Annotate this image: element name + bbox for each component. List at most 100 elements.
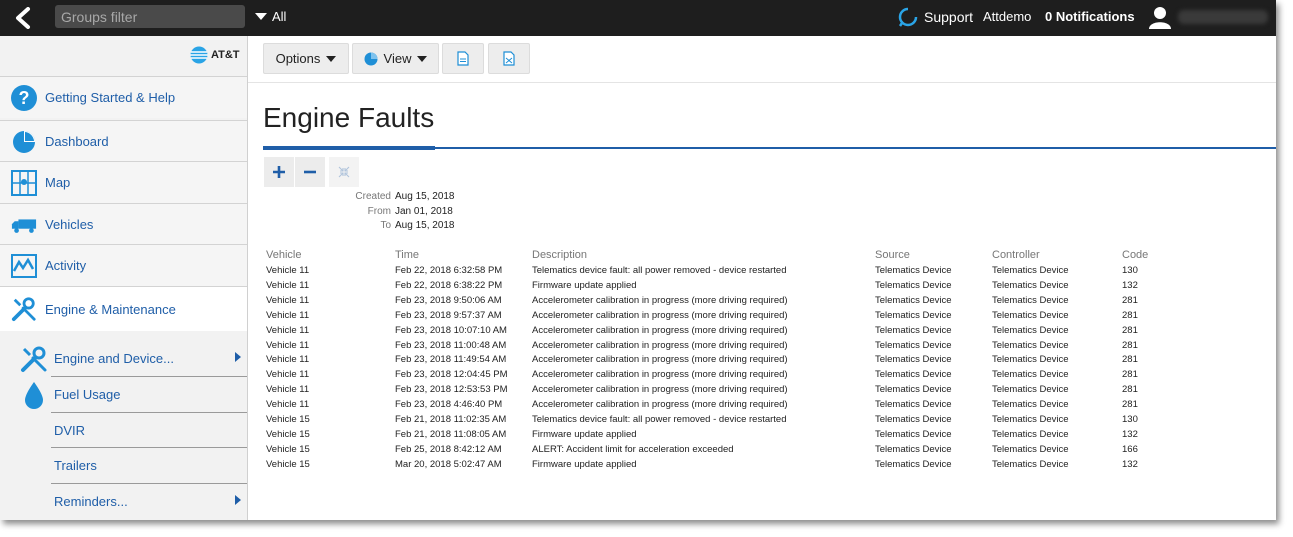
sidebar-item-engine-maintenance[interactable]: Engine & Maintenance [0, 286, 247, 331]
cell-source: Telematics Device [875, 458, 952, 470]
user-icon [1149, 7, 1171, 29]
table-row[interactable]: Vehicle 11 Feb 23, 2018 9:50:06 AM Acceler… [266, 295, 1166, 309]
export-pdf-button[interactable] [442, 43, 484, 74]
notifications-link[interactable]: 0 Notifications [1045, 9, 1135, 24]
sidebar-item-getting-started[interactable]: ? Getting Started & Help [0, 76, 247, 118]
sidebar-item-label: Map [45, 175, 71, 190]
cell-code: 130 [1122, 414, 1138, 425]
table-row[interactable]: Vehicle 11 Feb 23, 2018 9:57:37 AM Acceler… [266, 310, 1166, 324]
sidebar-item-map[interactable]: Map [0, 161, 247, 203]
cell-source: Telematics Device [875, 428, 952, 440]
att-logo: AT&T [190, 46, 240, 64]
cell-description: Telematics device fault: all power remov… [532, 414, 787, 425]
table-row[interactable]: Vehicle 11 Feb 23, 2018 12:04:45 PM Accele… [266, 369, 1166, 383]
sidebar-item-dashboard[interactable]: Dashboard [0, 120, 247, 162]
sidebar-item-activity[interactable]: Activity [0, 244, 247, 286]
table-row[interactable]: Vehicle 15 Mar 20, 2018 5:02:47 AM Firmwar… [266, 459, 1166, 473]
sidebar-subitem-fuel-usage[interactable]: Fuel Usage [51, 376, 247, 411]
sidebar-subitem-dvir[interactable]: DVIR [51, 412, 247, 447]
cell-controller: Telematics Device [992, 324, 1069, 336]
cell-description: Accelerometer calibration in progress (m… [532, 294, 788, 306]
to-value: Aug 15, 2018 [395, 220, 455, 231]
cell-source: Telematics Device [875, 265, 952, 276]
cell-vehicle: Vehicle 11 [266, 399, 310, 411]
cell-code: 132 [1122, 458, 1138, 470]
cell-source: Telematics Device [875, 309, 952, 321]
sidebar-item-label: Dashboard [45, 134, 109, 149]
cell-description: Firmware update applied [532, 428, 637, 440]
cell-code: 132 [1122, 279, 1138, 291]
table-row[interactable]: Vehicle 11 Feb 23, 2018 10:07:10 AM Accele… [266, 325, 1166, 339]
view-button-label: View [383, 51, 412, 66]
sidebar-subitem-engine-device[interactable]: Engine and Device... [51, 341, 247, 376]
groups-dropdown[interactable]: All [255, 9, 286, 24]
cell-controller: Telematics Device [992, 294, 1069, 306]
table-row[interactable]: Vehicle 11 Feb 22, 2018 6:32:58 PM Telemat… [266, 265, 1166, 279]
cell-vehicle: Vehicle 15 [266, 414, 310, 425]
sidebar-item-vehicles[interactable]: Vehicles [0, 203, 247, 245]
to-label: To [380, 220, 391, 231]
column-header-source[interactable]: Source [875, 249, 910, 261]
cell-controller: Telematics Device [992, 414, 1069, 425]
table-row[interactable]: Vehicle 11 Feb 22, 2018 6:38:22 PM Firmwar… [266, 280, 1166, 294]
cell-controller: Telematics Device [992, 279, 1069, 291]
collapse-arrows-button[interactable] [329, 157, 359, 187]
column-header-controller[interactable]: Controller [992, 249, 1040, 261]
cell-time: Feb 23, 2018 9:57:37 AM [395, 309, 502, 321]
cell-code: 166 [1122, 443, 1138, 455]
options-button[interactable]: Options [263, 43, 349, 74]
expand-all-button[interactable] [264, 157, 294, 187]
cell-time: Feb 22, 2018 6:32:58 PM [395, 265, 503, 276]
column-header-time[interactable]: Time [395, 249, 419, 261]
wrench-icon [11, 296, 37, 322]
cell-vehicle: Vehicle 11 [266, 279, 310, 291]
pie-chart-icon [11, 129, 37, 155]
cell-description: Telematics device fault: all power remov… [532, 265, 787, 276]
cell-vehicle: Vehicle 15 [266, 458, 310, 470]
activity-chart-icon [11, 253, 37, 279]
cell-controller: Telematics Device [992, 309, 1069, 321]
cell-time: Feb 25, 2018 8:42:12 AM [395, 443, 502, 455]
table-row[interactable]: Vehicle 11 Feb 23, 2018 11:00:48 AM Accele… [266, 340, 1166, 354]
column-header-description[interactable]: Description [532, 249, 587, 261]
cell-description: ALERT: Accident limit for acceleration e… [532, 443, 734, 455]
compress-arrows-icon [338, 166, 350, 178]
table-row[interactable]: Vehicle 15 Feb 21, 2018 11:08:05 AM Firmwa… [266, 429, 1166, 443]
cell-vehicle: Vehicle 11 [266, 384, 310, 396]
table-row[interactable]: Vehicle 11 Feb 23, 2018 4:46:40 PM Acceler… [266, 399, 1166, 413]
collapse-all-button[interactable] [295, 157, 325, 187]
chevron-left-icon [16, 7, 30, 29]
table-row[interactable]: Vehicle 11 Feb 23, 2018 11:49:54 AM Accele… [266, 354, 1166, 368]
sidebar-subitem-reminders[interactable]: Reminders... [51, 483, 247, 518]
cell-vehicle: Vehicle 11 [266, 339, 310, 351]
export-excel-button[interactable] [488, 43, 530, 74]
cell-source: Telematics Device [875, 369, 952, 381]
sidebar-subitem-label: Reminders... [54, 493, 128, 509]
company-name[interactable]: Attdemo [983, 9, 1031, 24]
table-row[interactable]: Vehicle 11 Feb 23, 2018 12:53:53 PM Accele… [266, 384, 1166, 398]
cell-code: 281 [1122, 384, 1138, 396]
cell-source: Telematics Device [875, 279, 952, 291]
wrench-icon [20, 345, 48, 373]
back-button[interactable] [10, 5, 36, 31]
cell-vehicle: Vehicle 15 [266, 428, 310, 440]
view-button[interactable]: View [352, 43, 439, 74]
support-icon [898, 7, 918, 27]
cell-code: 281 [1122, 339, 1138, 351]
column-header-code[interactable]: Code [1122, 249, 1148, 261]
cell-vehicle: Vehicle 11 [266, 369, 310, 381]
cell-description: Accelerometer calibration in progress (m… [532, 324, 788, 336]
sidebar-subitem-trailers[interactable]: Trailers [51, 447, 247, 482]
table-row[interactable]: Vehicle 15 Feb 21, 2018 11:02:35 AM Telema… [266, 414, 1166, 428]
sidebar-subitem-label: DVIR [54, 422, 86, 438]
groups-filter-input[interactable] [55, 5, 245, 28]
table-row[interactable]: Vehicle 15 Feb 25, 2018 8:42:12 AM ALERT: … [266, 444, 1166, 458]
created-label: Created [355, 191, 391, 202]
sidebar: AT&T ? Getting Started & Help Dashboard … [0, 36, 248, 520]
cell-description: Accelerometer calibration in progress (m… [532, 339, 788, 351]
from-value: Jan 01, 2018 [395, 206, 453, 217]
user-menu[interactable] [1148, 5, 1268, 29]
support-link[interactable]: Support [898, 7, 973, 27]
cell-description: Accelerometer calibration in progress (m… [532, 354, 788, 366]
column-header-vehicle[interactable]: Vehicle [266, 249, 301, 261]
